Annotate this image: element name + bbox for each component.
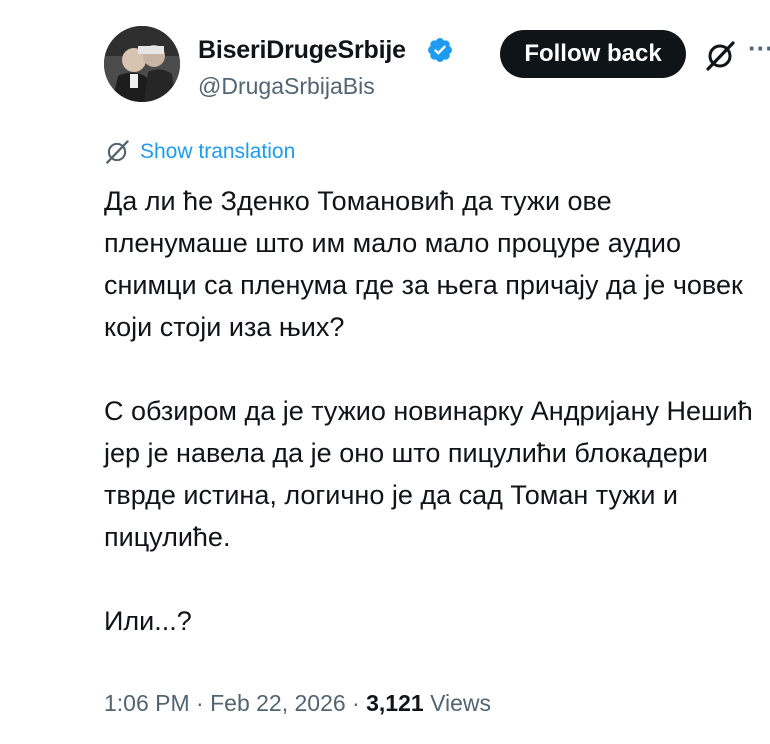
tweet-date[interactable]: Feb 22, 2026 — [210, 690, 346, 716]
more-icon[interactable]: ··· — [748, 38, 770, 68]
views-label: Views — [423, 690, 492, 716]
avatar[interactable] — [104, 26, 180, 102]
follow-back-label: Follow back — [524, 40, 662, 67]
follow-back-button[interactable]: Follow back — [500, 30, 686, 78]
tweet-paragraph-3: Или...? — [104, 606, 192, 636]
tweet-paragraph-2: С обзиром да је тужио новинарку Андријан… — [104, 396, 753, 552]
tweet-time[interactable]: 1:06 PM — [104, 690, 190, 716]
tweet-text: Да ли ће Зденко Томановић да тужи ове пл… — [104, 180, 754, 642]
grok-translate-icon — [106, 140, 129, 164]
tweet-paragraph-1: Да ли ће Зденко Томановић да тужи ове пл… — [104, 186, 743, 342]
meta-separator: · — [189, 690, 211, 716]
grok-icon[interactable] — [704, 40, 736, 72]
show-translation-link[interactable]: Show translation — [104, 138, 295, 166]
handle[interactable]: @DrugaSrbijaBis — [198, 73, 375, 100]
avatar-photo — [104, 26, 180, 102]
tweet-header: BiseriDrugeSrbije @DrugaSrbijaBis Follow… — [0, 0, 770, 120]
show-translation-label: Show translation — [140, 140, 296, 163]
tweet-meta: 1:06 PM · Feb 22, 2026 · 3,121 Views — [104, 690, 491, 717]
views-count: 3,121 — [366, 690, 424, 716]
display-name[interactable]: BiseriDrugeSrbije — [198, 36, 406, 65]
meta-separator: · — [345, 690, 367, 716]
verified-badge-icon — [428, 38, 452, 62]
